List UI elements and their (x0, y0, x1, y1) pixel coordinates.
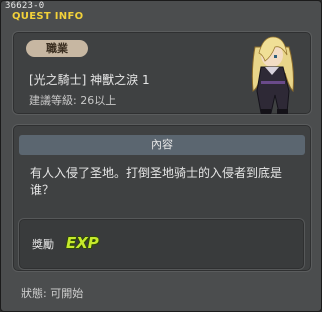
exp-reward-icon: EXP (66, 234, 99, 252)
recommended-level: 建議等級: 26以上 (29, 94, 117, 107)
quest-info-window: 36623-0 QUEST INFO 職業 [光之騎士] 神獸之淚 1 建議等級… (0, 0, 322, 312)
quest-id: 36623-0 (5, 1, 45, 11)
quest-status: 狀態: 可開始 (21, 287, 84, 300)
reward-label: 獎勵 (32, 238, 54, 251)
reward-panel: 獎勵 EXP (18, 218, 305, 270)
content-header: 內容 (19, 135, 305, 155)
quest-name: [光之騎士] 神獸之淚 1 (29, 73, 150, 87)
job-badge: 職業 (26, 40, 88, 57)
npc-portrait-icon (251, 36, 294, 114)
window-title: QUEST INFO (12, 11, 84, 22)
quest-description: 有人入侵了圣地。打倒圣地骑士的入侵者到底是谁？ (30, 166, 283, 197)
